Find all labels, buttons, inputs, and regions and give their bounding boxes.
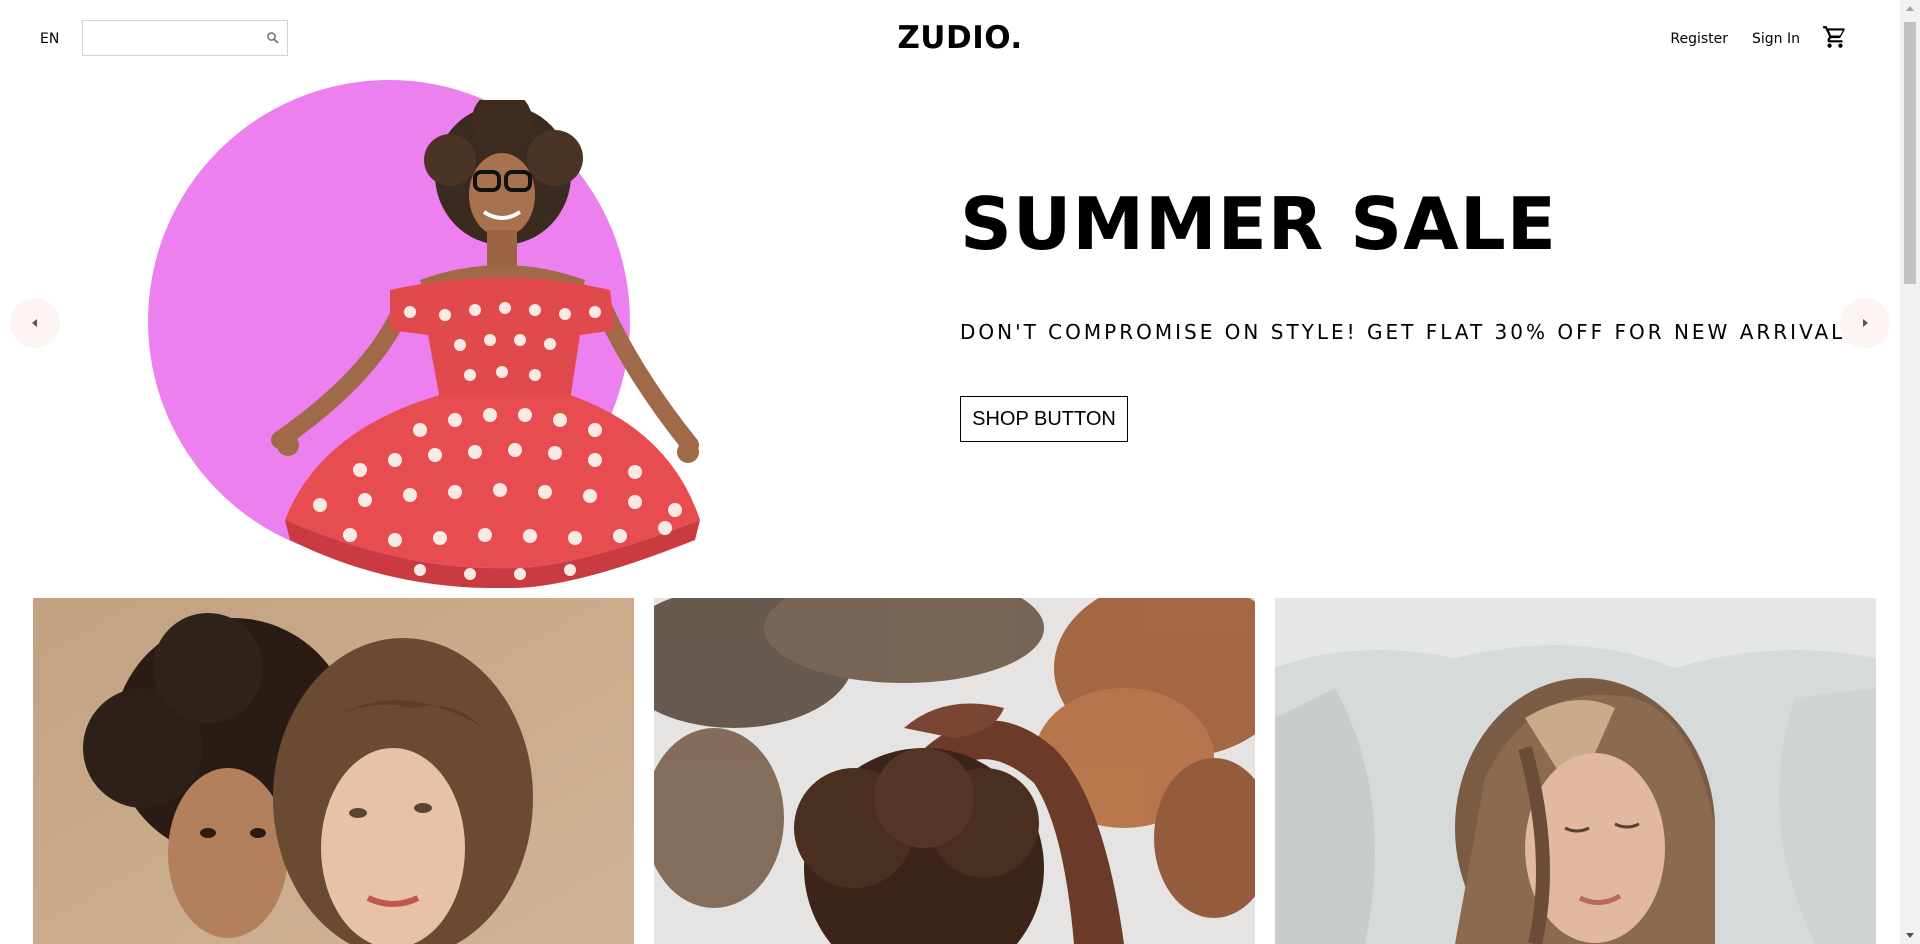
shopping-cart-icon[interactable] xyxy=(1822,24,1848,50)
page: EN ZUDIO. Register Sign In SUMMER SALE D… xyxy=(0,0,1900,944)
sign-in-link[interactable]: Sign In xyxy=(1752,31,1800,47)
search-icon[interactable] xyxy=(265,30,281,46)
slider-next-button[interactable] xyxy=(1840,298,1890,348)
hero-model-image xyxy=(271,100,700,588)
two-women-portrait-photo xyxy=(33,598,634,944)
nav-right: Register Sign In xyxy=(1646,26,1848,52)
shop-button[interactable]: SHOP BUTTON xyxy=(960,396,1128,442)
hero-title: SUMMER SALE xyxy=(960,182,1557,266)
scrollbar-thumb[interactable] xyxy=(1904,22,1916,284)
category-card-1[interactable] xyxy=(33,598,634,944)
arrow-right-icon xyxy=(1863,319,1868,327)
category-card-2[interactable] xyxy=(654,598,1255,944)
scroll-down-icon[interactable] xyxy=(1900,927,1920,944)
language-selector[interactable]: EN xyxy=(40,31,59,47)
category-card-3[interactable] xyxy=(1275,598,1876,944)
arrow-left-icon xyxy=(32,319,37,327)
curly-hair-outdoor-photo xyxy=(654,598,1255,944)
hero-slider: SUMMER SALE DON'T COMPROMISE ON STYLE! G… xyxy=(0,80,1900,588)
woman-bob-hair-photo xyxy=(1275,598,1876,944)
search-container[interactable] xyxy=(82,20,288,56)
slider-prev-button[interactable] xyxy=(10,298,60,348)
logo[interactable]: ZUDIO. xyxy=(897,20,1022,56)
hero-description: DON'T COMPROMISE ON STYLE! GET FLAT 30% … xyxy=(960,320,1871,344)
navbar: EN ZUDIO. Register Sign In xyxy=(0,0,1900,80)
search-input[interactable] xyxy=(89,27,253,51)
scroll-up-icon[interactable] xyxy=(1900,0,1920,17)
category-grid xyxy=(33,598,1876,944)
register-link[interactable]: Register xyxy=(1670,31,1728,47)
page-scrollbar[interactable] xyxy=(1900,0,1920,944)
